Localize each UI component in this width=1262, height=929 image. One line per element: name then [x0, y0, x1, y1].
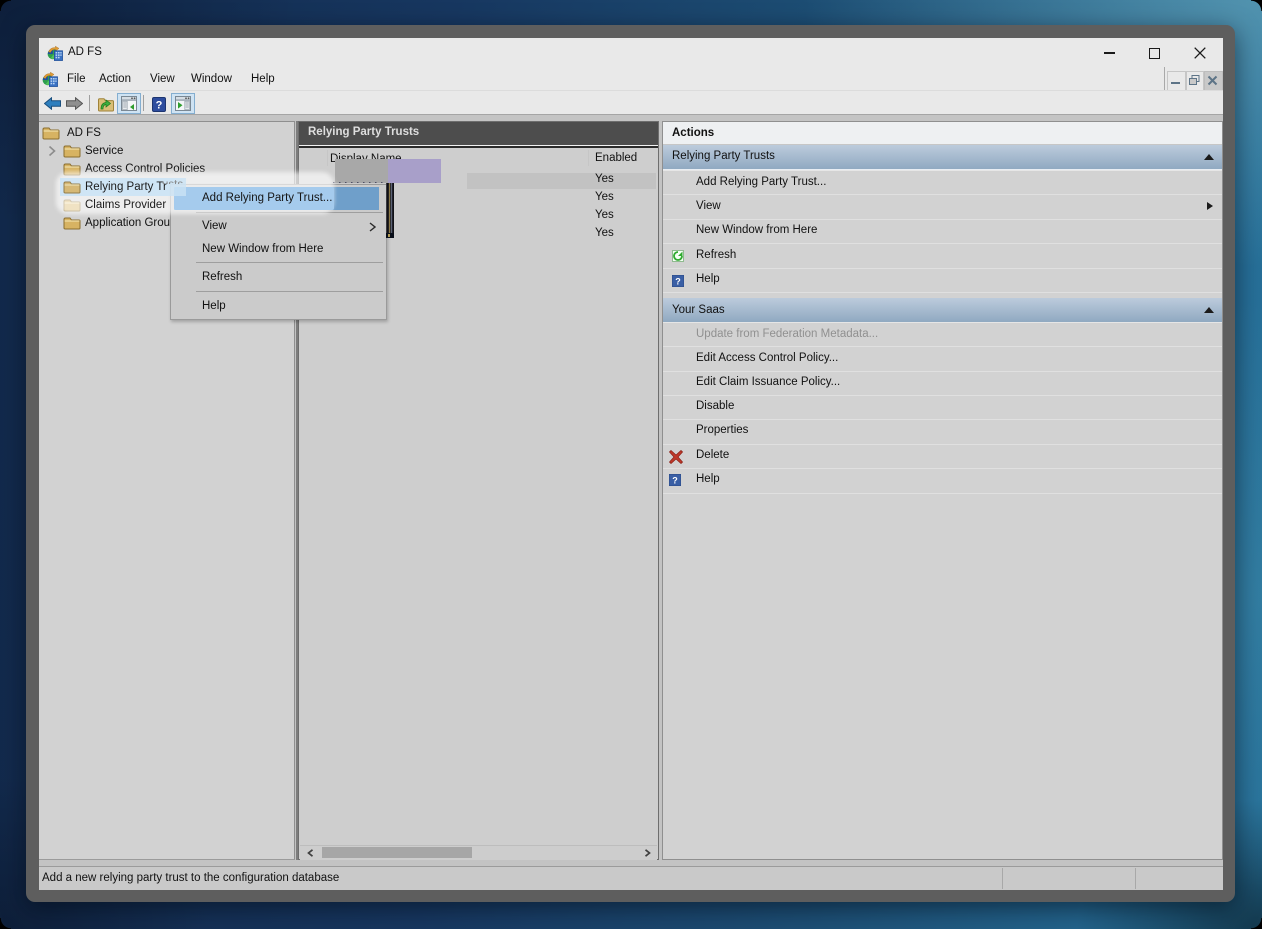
svg-text:?: ?: [672, 476, 678, 486]
svg-text:?: ?: [156, 100, 163, 112]
svg-text:?: ?: [675, 277, 681, 287]
